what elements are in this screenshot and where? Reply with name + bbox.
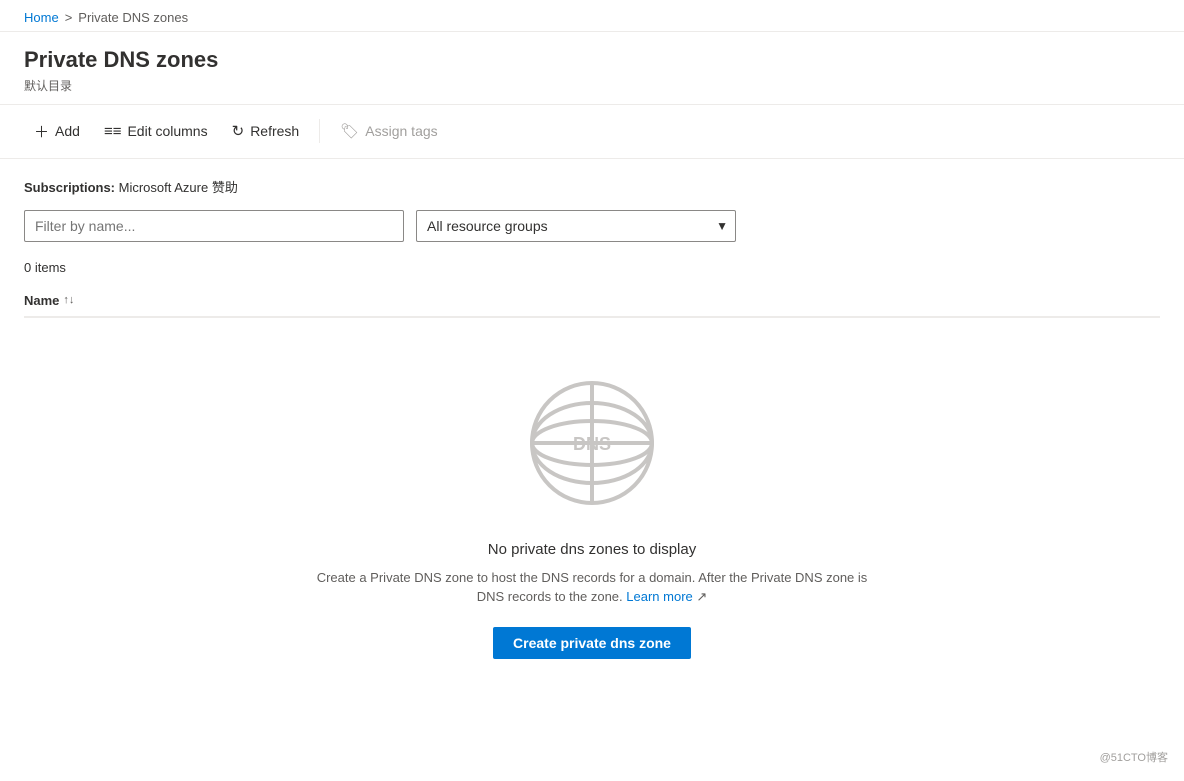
- toolbar-separator: [319, 119, 320, 143]
- subscriptions-value: Microsoft Azure 赞助: [119, 180, 238, 195]
- svg-text:DNS: DNS: [573, 434, 611, 454]
- breadcrumb-home-link[interactable]: Home: [24, 10, 59, 25]
- refresh-icon: ↻: [232, 122, 245, 140]
- assign-tags-label: Assign tags: [365, 123, 437, 139]
- filter-row: All resource groups ▼: [24, 210, 1160, 242]
- refresh-label: Refresh: [250, 123, 299, 139]
- assign-tags-button[interactable]: 🏷 Assign tags: [330, 116, 447, 146]
- refresh-button[interactable]: ↻ Refresh: [222, 116, 310, 146]
- edit-columns-icon: ≡≡: [104, 123, 122, 140]
- breadcrumb: Home > Private DNS zones: [0, 0, 1184, 32]
- resource-group-select[interactable]: All resource groups: [416, 210, 736, 242]
- subscriptions-key: Subscriptions:: [24, 180, 115, 195]
- page-title: Private DNS zones: [24, 46, 1160, 75]
- toolbar: ＋ Add ≡≡ Edit columns ↻ Refresh 🏷 Assign…: [0, 105, 1184, 159]
- name-column-header[interactable]: Name ↑↓: [24, 293, 74, 308]
- empty-state-description: Create a Private DNS zone to host the DN…: [317, 568, 868, 607]
- add-label: Add: [55, 123, 80, 139]
- sort-icon: ↑↓: [63, 294, 74, 306]
- table-container: Name ↑↓: [24, 285, 1160, 318]
- add-button[interactable]: ＋ Add: [24, 115, 90, 148]
- watermark: @51CTO博客: [1100, 749, 1168, 765]
- name-column-label: Name: [24, 293, 59, 308]
- empty-state: DNS No private dns zones to display Crea…: [24, 318, 1160, 689]
- learn-more-link[interactable]: Learn more: [626, 589, 692, 604]
- empty-state-desc-text2: DNS records to the zone.: [477, 589, 623, 604]
- empty-state-desc-text1: Create a Private DNS zone to host the DN…: [317, 570, 868, 585]
- create-private-dns-zone-button[interactable]: Create private dns zone: [493, 627, 691, 659]
- resource-group-select-wrapper: All resource groups ▼: [416, 210, 736, 242]
- name-filter-input[interactable]: [24, 210, 404, 242]
- edit-columns-button[interactable]: ≡≡ Edit columns: [94, 117, 218, 146]
- page-subtitle: 默认目录: [24, 77, 1160, 94]
- external-link-icon: ↗: [696, 589, 707, 604]
- table-header: Name ↑↓: [24, 285, 1160, 317]
- page-header: Private DNS zones 默认目录: [0, 32, 1184, 105]
- empty-state-title: No private dns zones to display: [488, 541, 696, 558]
- items-count: 0 items: [24, 260, 1160, 275]
- breadcrumb-current: Private DNS zones: [78, 10, 188, 25]
- add-icon: ＋: [34, 121, 49, 142]
- edit-columns-label: Edit columns: [127, 123, 207, 139]
- assign-tags-icon: 🏷: [340, 122, 359, 140]
- dns-globe-icon: DNS: [527, 378, 657, 511]
- content-area: Subscriptions: Microsoft Azure 赞助 All re…: [0, 159, 1184, 707]
- breadcrumb-separator: >: [65, 10, 73, 25]
- subscriptions-info: Subscriptions: Microsoft Azure 赞助: [24, 177, 1160, 196]
